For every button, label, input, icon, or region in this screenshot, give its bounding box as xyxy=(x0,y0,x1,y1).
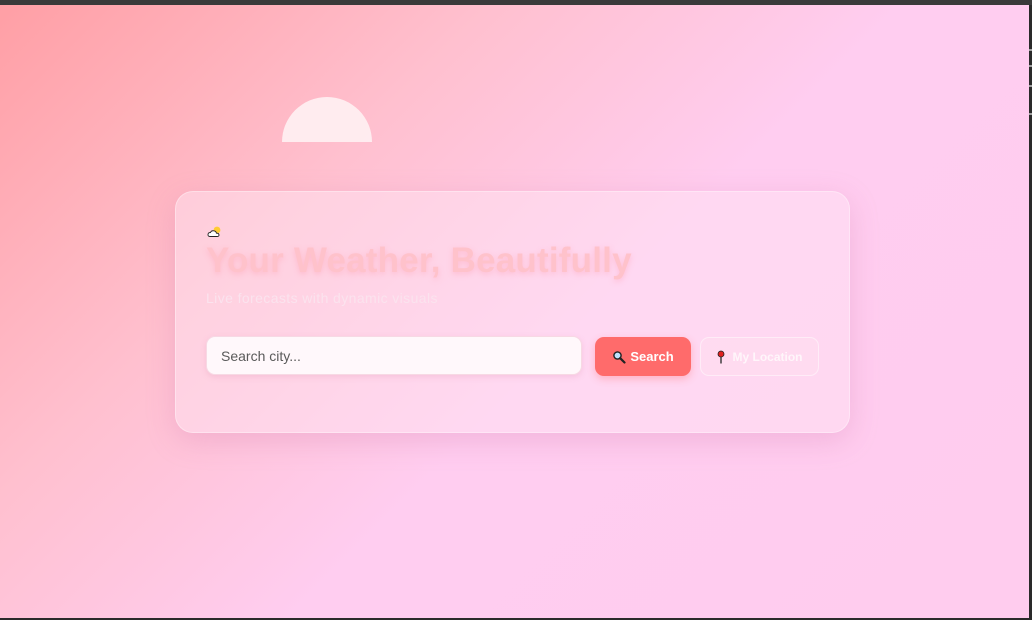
my-location-button[interactable]: My Location xyxy=(700,337,819,376)
sun-shape xyxy=(282,97,372,142)
page-background: Your Weather, Beautifully Live forecasts… xyxy=(0,5,1029,618)
search-button-label: Search xyxy=(630,349,674,364)
search-card: Your Weather, Beautifully Live forecasts… xyxy=(175,191,850,433)
my-location-button-label: My Location xyxy=(732,349,803,364)
page-title: Your Weather, Beautifully xyxy=(206,241,632,280)
magnifier-icon xyxy=(613,350,626,364)
search-button[interactable]: Search xyxy=(595,337,691,376)
search-input[interactable] xyxy=(206,336,582,375)
pin-icon xyxy=(718,350,725,363)
cloud-sun-icon xyxy=(207,226,221,237)
page-subtitle: Live forecasts with dynamic visuals xyxy=(206,290,438,306)
